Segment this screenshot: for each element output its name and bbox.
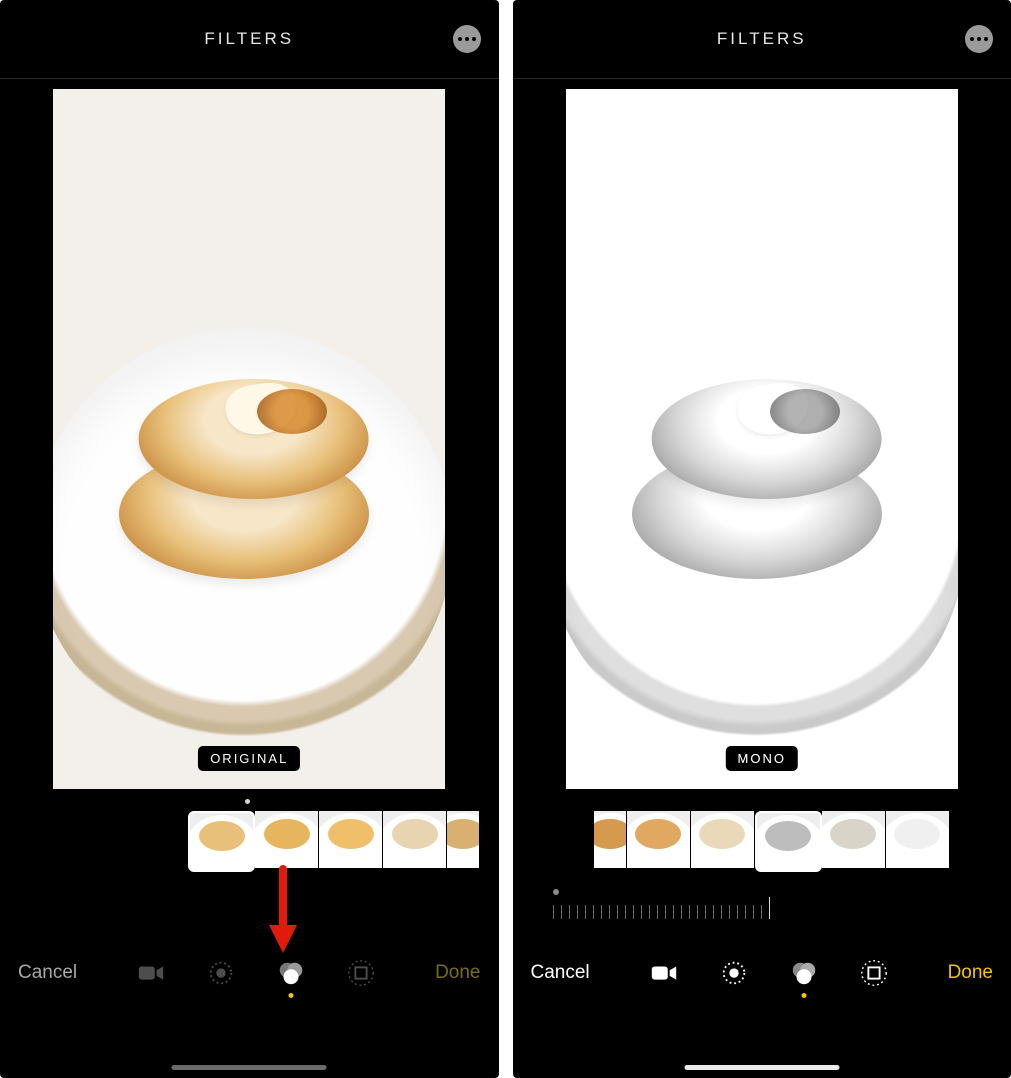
- photo-mono: MONO: [566, 89, 958, 789]
- slider-tick: [641, 905, 642, 919]
- photo-original: ORIGINAL: [53, 89, 445, 789]
- done-button[interactable]: Done: [435, 962, 480, 984]
- video-icon[interactable]: [134, 956, 168, 990]
- filter-thumb-silvertone[interactable]: [822, 811, 886, 868]
- slider-tick: [585, 905, 586, 919]
- more-options-button[interactable]: [965, 25, 993, 53]
- photo-canvas[interactable]: ORIGINAL: [0, 79, 499, 799]
- active-tool-indicator: [801, 993, 806, 998]
- cancel-button[interactable]: Cancel: [18, 962, 77, 984]
- bottom-toolbar: Cancel Done: [513, 933, 1011, 1013]
- filter-thumbnails[interactable]: [0, 799, 499, 883]
- header: FILTERS: [513, 0, 1011, 79]
- filters-icon[interactable]: [787, 956, 821, 990]
- video-icon[interactable]: [647, 956, 681, 990]
- filter-thumb-vivid[interactable]: [255, 811, 319, 868]
- header: FILTERS: [0, 0, 499, 79]
- adjust-icon[interactable]: [204, 956, 238, 990]
- slider-tick: [761, 905, 762, 919]
- filter-thumb-dramatic-warm[interactable]: [627, 811, 691, 868]
- slider-tick: [745, 905, 746, 919]
- active-tool-indicator: [289, 993, 294, 998]
- slider-tick: [561, 905, 562, 919]
- header-title: FILTERS: [717, 29, 807, 49]
- slider-tick: [601, 905, 602, 919]
- slider-tick: [617, 905, 618, 919]
- slider-tick: [721, 905, 722, 919]
- phone-right: FILTERS MONO Cancel: [513, 0, 1011, 1078]
- slider-tick: [553, 905, 554, 919]
- crop-icon[interactable]: [344, 956, 378, 990]
- slider-tick: [657, 905, 658, 919]
- slider-tick: [625, 905, 626, 919]
- slider-start-dot: [553, 889, 559, 895]
- slider-tick: [713, 905, 714, 919]
- filter-thumb-noir[interactable]: [886, 811, 950, 868]
- filter-thumb-original[interactable]: [188, 811, 255, 872]
- filter-name-badge: MONO: [726, 746, 798, 771]
- slider-tick: [737, 905, 738, 919]
- slider-tick: [705, 905, 706, 919]
- filters-icon[interactable]: [274, 956, 308, 990]
- slider-tick: [633, 905, 634, 919]
- filter-thumb-dramatic-cool[interactable]: [691, 811, 755, 868]
- slider-tick: [673, 905, 674, 919]
- slider-tick: [577, 905, 578, 919]
- bottom-toolbar: Cancel Done: [0, 933, 499, 1013]
- filter-thumb-dramatic[interactable]: [594, 811, 627, 868]
- home-indicator[interactable]: [684, 1065, 839, 1070]
- home-indicator[interactable]: [172, 1065, 327, 1070]
- selection-indicator-dot: [245, 799, 250, 804]
- cancel-button[interactable]: Cancel: [531, 962, 590, 984]
- slider-tick: [665, 905, 666, 919]
- phone-left: FILTERS ORIGINAL: [0, 0, 499, 1078]
- slider-tick: [569, 905, 570, 919]
- slider-tick: [697, 905, 698, 919]
- more-options-button[interactable]: [453, 25, 481, 53]
- crop-icon[interactable]: [857, 956, 891, 990]
- adjust-icon[interactable]: [717, 956, 751, 990]
- filter-name-badge: ORIGINAL: [198, 746, 300, 771]
- slider-tick: [769, 897, 770, 919]
- slider-tick: [593, 905, 594, 919]
- intensity-slider[interactable]: [513, 883, 1011, 933]
- arrow-annotation-area: [0, 883, 499, 933]
- done-button[interactable]: Done: [948, 962, 993, 984]
- header-title: FILTERS: [204, 29, 294, 49]
- red-arrow-annotation: [266, 865, 300, 955]
- slider-tick: [753, 905, 754, 919]
- slider-tick: [649, 905, 650, 919]
- photo-canvas[interactable]: MONO: [513, 79, 1011, 799]
- filter-thumbnails[interactable]: [513, 799, 1011, 883]
- filter-thumb-mono[interactable]: [755, 811, 822, 872]
- filter-thumb-dramatic[interactable]: [447, 811, 480, 868]
- slider-tick: [609, 905, 610, 919]
- slider-tick: [729, 905, 730, 919]
- slider-tick: [681, 905, 682, 919]
- filter-thumb-vivid-warm[interactable]: [319, 811, 383, 868]
- filter-thumb-vivid-cool[interactable]: [383, 811, 447, 868]
- slider-tick: [689, 905, 690, 919]
